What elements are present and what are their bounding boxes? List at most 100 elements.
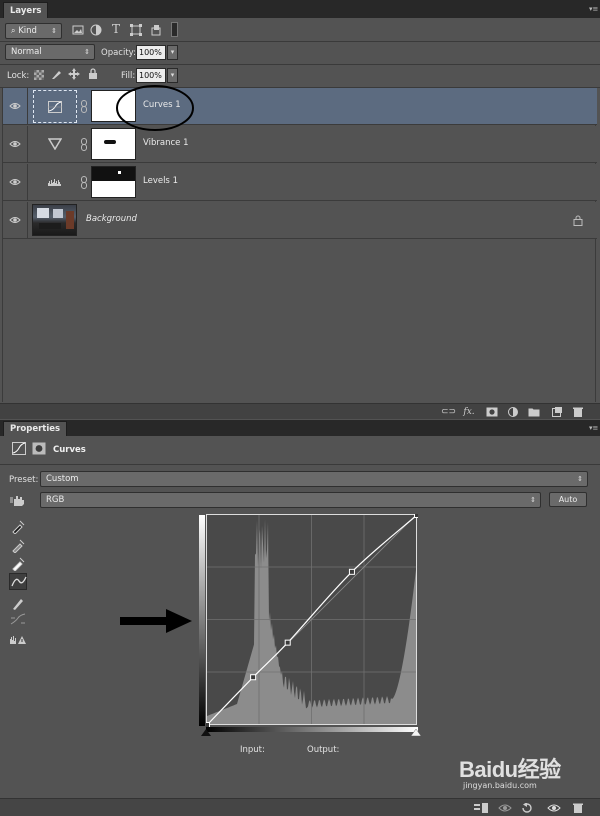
watermark-url: jingyan.baidu.com [463,781,537,790]
trash-icon[interactable] [572,407,584,417]
eye-visibility-icon[interactable] [9,214,21,226]
new-layer-icon[interactable] [550,407,562,417]
layers-list: Curves 1 Vibrance 1 Levels 1 Background [2,88,597,402]
lock-position-move-icon[interactable] [68,68,80,80]
smart-object-filter-icon[interactable] [150,24,162,36]
mask-mode-icon[interactable] [32,442,46,455]
updown-arrow-icon: ⇕ [84,48,90,56]
curves-adjustment-icon [12,442,26,455]
levels-adjustment-icon [33,166,77,199]
curves-adjustment-icon [33,90,77,123]
mask-link-chain-icon[interactable] [80,138,88,151]
annotation-arrow [120,609,192,633]
edit-points-curve-tool-icon[interactable] [9,573,27,590]
blend-mode-value: Normal [11,47,42,57]
layers-panel: ⌕ Kind ⇕ T Normal ⇕ Opacity: 100% ▾ Lock… [0,18,600,420]
eye-visibility-icon[interactable] [9,138,21,150]
input-gradient-bar [206,727,418,732]
new-adjustment-icon[interactable] [507,407,519,417]
layer-name[interactable]: Levels 1 [143,176,178,186]
curve-control-point[interactable] [348,568,355,575]
input-label: Input: [240,745,265,755]
opacity-field[interactable]: 100% [136,45,166,60]
auto-button[interactable]: Auto [549,492,587,507]
white-point-slider[interactable] [411,729,421,736]
updown-arrow-icon: ⇕ [51,27,57,35]
layers-tab[interactable]: Layers [3,2,49,18]
smooth-curve-icon[interactable] [9,611,27,628]
black-point-slider[interactable] [201,729,211,736]
layer-row-curves[interactable]: Curves 1 [3,88,597,125]
shape-filter-icon[interactable] [130,24,142,36]
blend-mode-dropdown[interactable]: Normal ⇕ [5,44,95,60]
kind-filter-dropdown[interactable]: ⌕ Kind ⇕ [5,23,62,39]
properties-footer [0,798,600,816]
mask-link-chain-icon[interactable] [80,176,88,189]
filter-toggle-icon[interactable] [171,22,178,37]
search-icon: ⌕ [11,26,16,35]
layer-row-background[interactable]: Background [3,202,597,239]
clip-to-layer-icon[interactable] [474,803,488,813]
properties-title: Curves [53,445,86,455]
opacity-slider-button[interactable]: ▾ [167,45,178,60]
layers-footer: ⊂⊃ fx. [0,403,600,419]
lock-all-icon[interactable] [87,68,99,80]
fx-icon[interactable]: fx. [463,407,475,417]
layer-row-vibrance[interactable]: Vibrance 1 [3,126,597,163]
fill-label: Fill: [121,71,136,81]
channel-value: RGB [46,495,65,505]
output-gradient-bar [199,515,205,726]
view-previous-icon[interactable] [498,803,512,813]
layer-name[interactable]: Vibrance 1 [143,138,189,148]
add-mask-icon[interactable] [486,407,498,417]
channel-dropdown[interactable]: RGB ⇕ [40,492,541,508]
layer-name[interactable]: Background [86,214,137,224]
fill-slider-button[interactable]: ▾ [167,68,178,83]
on-image-adjust-hand-icon[interactable] [10,493,28,507]
panel-menu-icon[interactable]: ▾≡ [589,424,598,432]
fill-field[interactable]: 100% [136,68,166,83]
kind-label: Kind [18,26,37,36]
link-layers-icon[interactable]: ⊂⊃ [441,407,456,417]
sample-gray-point-eyedropper-icon[interactable] [9,536,27,554]
preset-label: Preset: [9,475,39,485]
annotation-circle [116,85,194,131]
lock-image-brush-icon[interactable] [50,68,62,80]
eye-visibility-icon[interactable] [9,176,21,188]
layers-tabbar: Layers ▾≡ [0,0,600,18]
properties-tab[interactable]: Properties [3,421,68,436]
preset-dropdown[interactable]: Custom ⇕ [40,471,588,487]
adjustment-filter-icon[interactable] [90,24,102,36]
sample-white-point-eyedropper-icon[interactable] [9,554,27,572]
clipping-warning-icon[interactable] [9,631,27,648]
watermark-logo: Baidu经验 [459,757,561,782]
curves-graph[interactable] [206,514,418,727]
image-filter-icon[interactable] [72,24,84,36]
properties-tabbar: Properties ▾≡ [0,420,600,436]
eye-visibility-icon[interactable] [9,100,21,112]
output-label: Output: [307,745,340,755]
updown-arrow-icon: ⇕ [577,475,583,483]
updown-arrow-icon: ⇕ [530,496,536,504]
mask-link-chain-icon[interactable] [80,100,88,113]
curve-control-point[interactable] [284,639,291,646]
trash-icon[interactable] [572,803,584,813]
layer-lock-icon [573,215,583,226]
panel-menu-icon[interactable]: ▾≡ [589,5,598,13]
new-group-icon[interactable] [528,407,540,417]
vibrance-adjustment-icon [33,128,77,161]
sample-black-point-eyedropper-icon[interactable] [9,517,27,535]
visibility-icon[interactable] [547,803,561,813]
layer-row-levels[interactable]: Levels 1 [3,164,597,201]
opacity-label: Opacity: [101,48,136,58]
background-photo-thumbnail[interactable] [32,204,77,236]
layer-mask-thumbnail[interactable] [91,166,136,198]
curve-control-point[interactable] [414,514,419,518]
properties-panel: Curves Preset: Custom ⇕ RGB ⇕ Auto Input… [0,436,600,816]
watermark: Baidu经验 jingyan.baidu.com [455,748,595,792]
type-filter-icon[interactable]: T [110,22,122,36]
reset-icon[interactable] [521,802,533,813]
draw-pencil-icon[interactable] [9,594,27,611]
lock-transparent-icon[interactable] [34,70,44,80]
curve-control-point[interactable] [250,674,257,681]
